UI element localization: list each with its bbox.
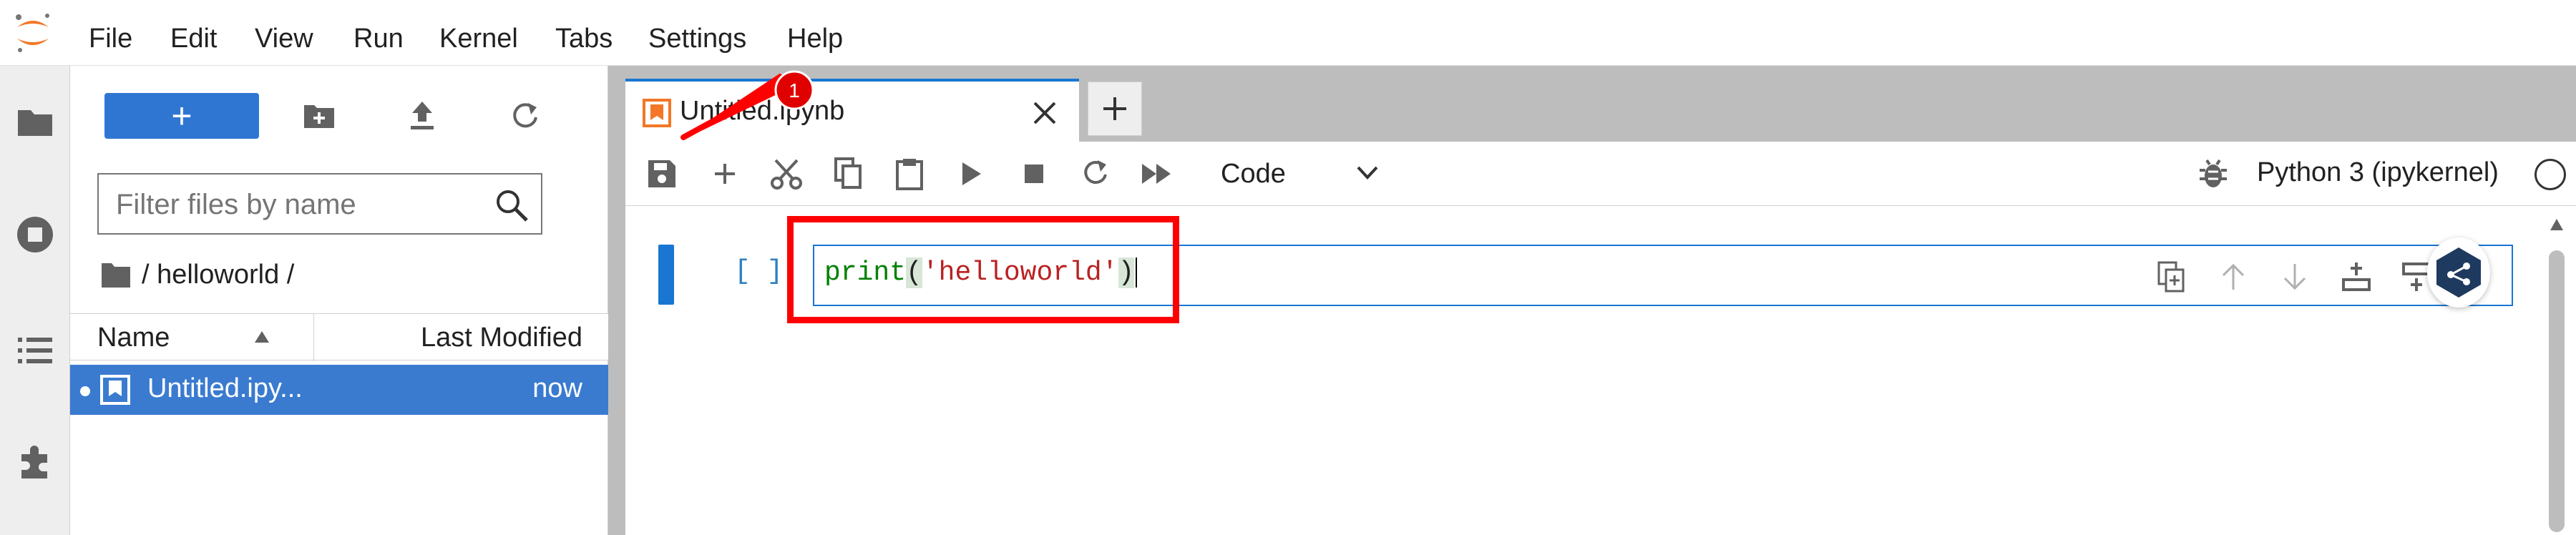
tab-label: Untitled.ipynb: [680, 96, 845, 126]
cell-type-dropdown[interactable]: Code: [1209, 153, 1388, 195]
jupyter-logo-icon: [16, 14, 49, 52]
menu-file[interactable]: File: [89, 21, 132, 56]
scroll-up-icon[interactable]: [2549, 217, 2565, 232]
plus-icon: [1103, 97, 1126, 120]
move-up-icon[interactable]: [2214, 257, 2253, 296]
refresh-icon[interactable]: [504, 94, 547, 137]
panel-splitter[interactable]: [608, 66, 625, 535]
notebook-icon: [100, 375, 130, 405]
file-filter-input[interactable]: [116, 185, 488, 225]
add-tab-button[interactable]: [1088, 82, 1142, 136]
duplicate-cell-icon[interactable]: [2152, 257, 2191, 296]
cut-icon[interactable]: [769, 156, 804, 192]
new-launcher-button[interactable]: +: [104, 93, 259, 139]
file-filter-field[interactable]: [97, 173, 542, 235]
menu-settings[interactable]: Settings: [648, 21, 746, 56]
column-divider[interactable]: [313, 314, 314, 361]
menu-kernel[interactable]: Kernel: [439, 21, 518, 56]
column-name-header[interactable]: Name: [97, 323, 170, 353]
search-icon: [497, 190, 528, 222]
menu-view[interactable]: View: [255, 21, 313, 56]
menu-bar: File Edit View Run Kernel Tabs Settings …: [0, 0, 2576, 66]
cell-collapser[interactable]: [658, 245, 674, 305]
menu-edit[interactable]: Edit: [170, 21, 217, 56]
restart-icon[interactable]: [1078, 156, 1113, 192]
notebook-panel: Code Python 3 (ipykernel) [ ] print('hel…: [625, 142, 2576, 535]
breadcrumb-path[interactable]: / helloworld /: [142, 260, 294, 290]
kernel-name[interactable]: Python 3 (ipykernel): [2257, 157, 2499, 188]
chevron-down-icon: [1357, 166, 1378, 180]
stop-icon[interactable]: [1016, 156, 1052, 192]
extension-icon[interactable]: [14, 441, 57, 484]
new-launcher-label: +: [171, 96, 192, 136]
column-modified-header[interactable]: Last Modified: [421, 323, 582, 353]
new-folder-icon[interactable]: [298, 94, 341, 137]
file-list-item[interactable]: Untitled.ipy... now: [70, 365, 608, 415]
file-browser: + / helloworld / Name Last Modified Unti…: [70, 66, 608, 535]
insert-cell-icon[interactable]: [707, 156, 743, 192]
file-modified: now: [532, 373, 582, 403]
notebook-toolbar: Code Python 3 (ipykernel): [625, 142, 2576, 206]
menu-help[interactable]: Help: [787, 21, 843, 56]
cell-prompt: [ ]: [734, 256, 784, 287]
sort-ascending-icon: [255, 331, 269, 343]
upload-icon[interactable]: [401, 94, 444, 137]
paste-icon[interactable]: [892, 156, 927, 192]
folder-icon[interactable]: [100, 260, 132, 289]
list-icon[interactable]: [14, 329, 57, 372]
copy-icon[interactable]: [830, 156, 866, 192]
save-icon[interactable]: [644, 156, 680, 192]
fast-forward-icon[interactable]: [1139, 156, 1175, 192]
activity-bar: [0, 66, 70, 535]
cell-type-label: Code: [1221, 159, 1286, 189]
vertical-scrollbar[interactable]: [2540, 206, 2572, 532]
file-list-header: Name Last Modified: [70, 313, 608, 361]
debugger-bug-icon[interactable]: [2197, 157, 2230, 190]
insert-above-icon[interactable]: [2337, 257, 2376, 296]
notebook-icon: [643, 99, 671, 127]
stop-circle-icon[interactable]: [14, 213, 57, 256]
menu-tabs[interactable]: Tabs: [555, 21, 613, 56]
scrollbar-thumb[interactable]: [2549, 250, 2565, 532]
breadcrumb: / helloworld /: [100, 253, 294, 296]
move-down-icon[interactable]: [2275, 257, 2314, 296]
file-name: Untitled.ipy...: [147, 373, 303, 403]
kernel-status-icon: [2534, 159, 2566, 190]
tab-untitled-notebook[interactable]: Untitled.ipynb: [625, 79, 1079, 142]
annotation-highlight-box: [787, 216, 1179, 323]
run-icon[interactable]: [953, 156, 989, 192]
ai-assistant-icon[interactable]: [2427, 237, 2490, 308]
menu-run[interactable]: Run: [353, 21, 404, 56]
running-indicator-icon: [80, 386, 90, 396]
folder-icon[interactable]: [14, 100, 57, 143]
close-icon[interactable]: [1029, 97, 1060, 129]
